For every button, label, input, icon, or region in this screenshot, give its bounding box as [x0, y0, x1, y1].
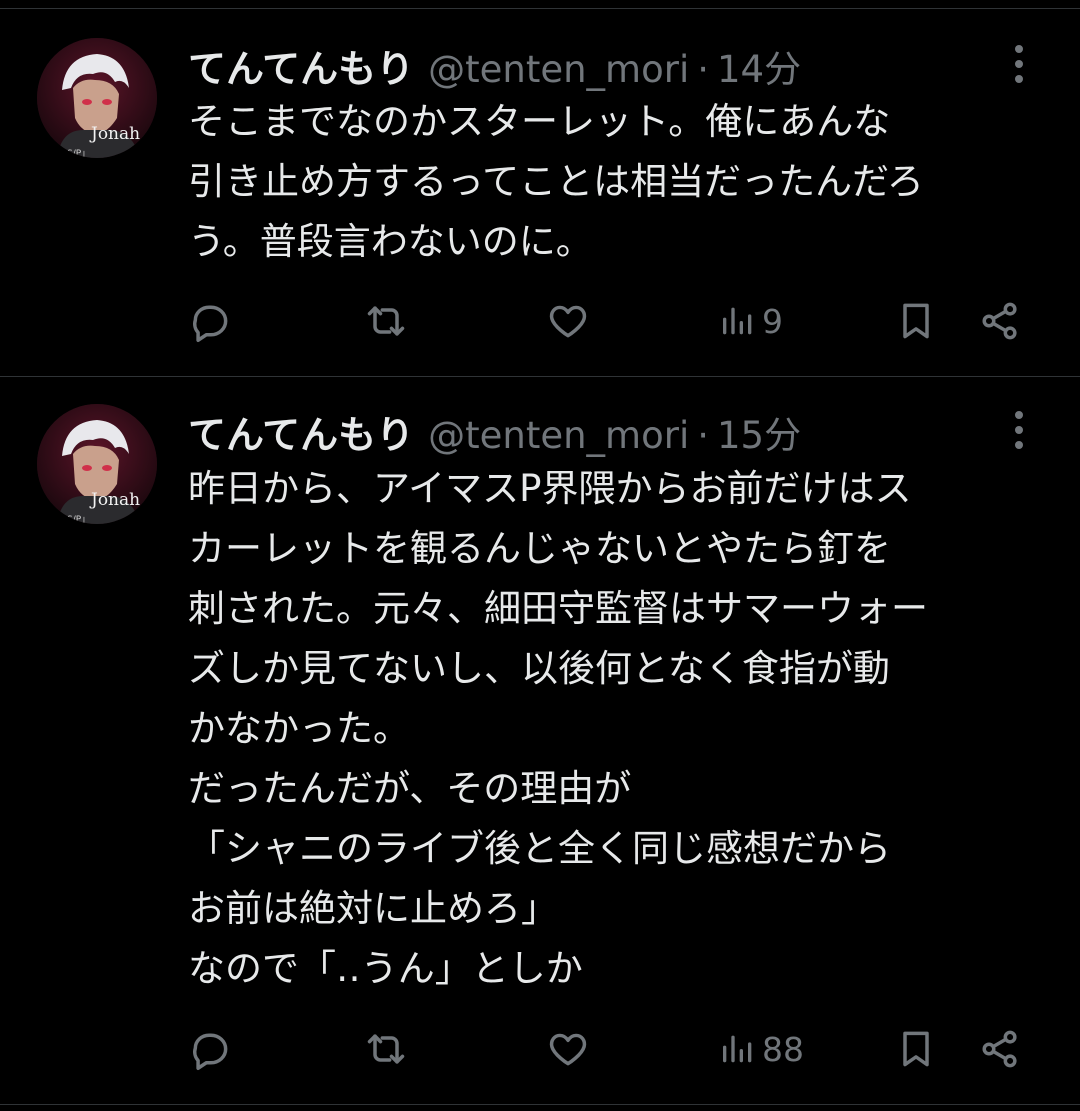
views-button[interactable]: 88 [718, 1024, 804, 1074]
avatar[interactable]: Jonah S/P」 [37, 38, 157, 158]
tweet-actions: 88 [188, 1024, 1028, 1074]
heart-icon [549, 1033, 587, 1066]
tweet-text-line: 刺された。元々、細田守監督はサマーウォー [188, 587, 928, 630]
bookmark-icon [903, 303, 929, 339]
tweet-text-line: 引き止め方するってことは相当だったんだろ [188, 160, 924, 203]
tweet-text-line: かなかった。 [188, 707, 410, 750]
user-handle[interactable]: @tenten_mori [428, 48, 689, 91]
views-icon [723, 1035, 752, 1063]
reply-icon [193, 1033, 228, 1070]
tweet-header: てんてんもり @tenten_mori · 14分 [188, 38, 801, 91]
tweet-text-line: そこまでなのかスターレット。俺にあんな [188, 100, 891, 143]
views-button[interactable]: 9 [718, 296, 783, 346]
share-icon [982, 302, 1017, 340]
tweet-text-line: なので「‥うん」としか [188, 947, 583, 990]
timestamp[interactable]: 14分 [717, 39, 801, 93]
more-icon[interactable] [1004, 408, 1034, 452]
view-count: 9 [762, 301, 783, 341]
bookmark-icon [903, 1031, 929, 1067]
retweet-button[interactable] [364, 1024, 408, 1074]
timestamp[interactable]: 15分 [717, 405, 801, 459]
retweet-icon [367, 306, 405, 336]
bookmark-button[interactable] [894, 296, 938, 346]
view-count: 88 [762, 1029, 804, 1069]
tweet-text-line: ズしか見てないし、以後何となく食指が動 [188, 647, 890, 690]
tweet-text-line: お前は絶対に止めろ」 [188, 887, 558, 930]
reply-icon [193, 305, 228, 342]
tweet-text-line: カーレットを観るんじゃないとやたら釘を [188, 527, 891, 570]
bottom-divider [0, 1104, 1080, 1105]
tweet-text: 昨日から、アイマスP界隈からお前だけはス カーレットを観るんじゃないとやたら釘を… [188, 459, 1058, 999]
retweet-button[interactable] [364, 296, 408, 346]
tweet-actions: 9 [188, 296, 1028, 346]
tweet-text-line: 昨日から、アイマスP界隈からお前だけはス [188, 467, 912, 510]
like-button[interactable] [546, 296, 590, 346]
avatar[interactable]: Jonah S/P」 [37, 404, 157, 524]
retweet-icon [367, 1034, 405, 1064]
display-name[interactable]: てんてんもり [188, 404, 414, 459]
separator-dot: · [697, 414, 709, 457]
heart-icon [549, 305, 587, 338]
tweet-text-line: う。普段言わないのに。 [188, 220, 593, 263]
like-button[interactable] [546, 1024, 590, 1074]
tweet-text: そこまでなのかスターレット。俺にあんな 引き止め方するってことは相当だったんだろ… [188, 92, 1058, 272]
share-button[interactable] [978, 296, 1022, 346]
tweet[interactable]: Jonah S/P」 てんてんもり @tenten_mori · 14分 そこま… [0, 0, 1080, 376]
bookmark-button[interactable] [894, 1024, 938, 1074]
display-name[interactable]: てんてんもり [188, 38, 414, 93]
views-icon [723, 307, 752, 335]
svg-text:S/P」: S/P」 [67, 515, 90, 524]
avatar-signature: Jonah [89, 490, 140, 510]
user-handle[interactable]: @tenten_mori [428, 414, 689, 457]
share-icon [982, 1030, 1017, 1068]
share-button[interactable] [978, 1024, 1022, 1074]
separator-dot: · [697, 48, 709, 91]
svg-text:S/P」: S/P」 [67, 149, 90, 158]
tweet[interactable]: Jonah S/P」 てんてんもり @tenten_mori · 15分 昨日か… [0, 377, 1080, 1103]
avatar-signature: Jonah [89, 124, 140, 144]
reply-button[interactable] [188, 1024, 232, 1074]
tweet-header: てんてんもり @tenten_mori · 15分 [188, 404, 801, 457]
reply-button[interactable] [188, 296, 232, 346]
more-icon[interactable] [1004, 42, 1034, 86]
tweet-text-line: 「シャニのライブ後と全く同じ感想だから [188, 827, 891, 870]
tweet-text-line: だったんだが、その理由が [188, 767, 632, 810]
